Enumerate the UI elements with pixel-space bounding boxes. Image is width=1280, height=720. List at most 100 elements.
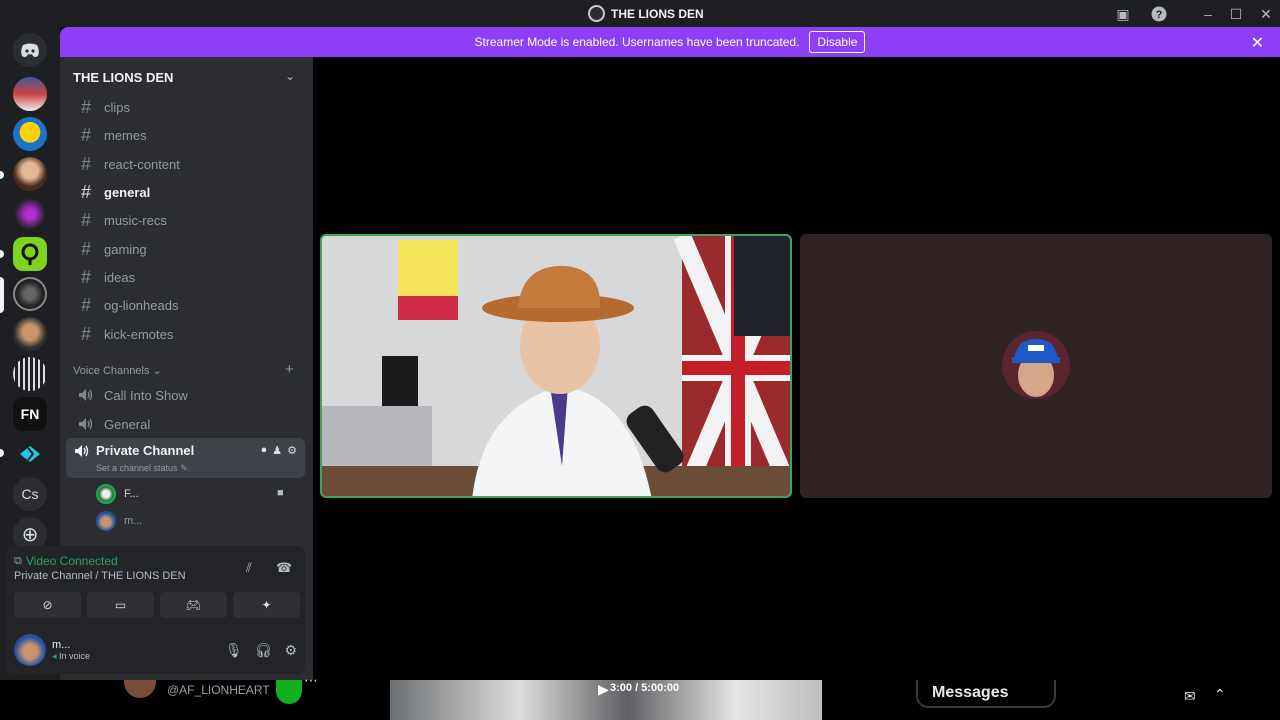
voice-panel: ⧉ Video Connected Private Channel / THE … [6,546,305,674]
hash-icon: # [80,153,91,174]
voice-user-name: F... [124,488,139,500]
streamer-mode-banner: Streamer Mode is enabled. Usernames have… [60,27,1280,57]
overlay-messages-tab[interactable]: Messages [916,680,1056,708]
server-avatar-7[interactable] [13,317,47,351]
voice-user-1[interactable]: F... [96,484,139,504]
speaker-icon [76,417,96,431]
voice-channel-general[interactable]: General [68,410,305,438]
speaker-icon [76,388,96,402]
server-avatar-4[interactable] [13,197,47,231]
channel-label: gaming [104,241,147,257]
more-icon[interactable]: ⋯ [304,672,318,689]
voice-category[interactable]: Voice Channels ⌄ [73,364,162,377]
voice-user-2[interactable]: m... [96,511,142,531]
connection-status-text: Video Connected [25,554,118,568]
channel-label: general [104,184,151,200]
current-user-status-text: In voice [59,650,91,661]
soundboard-icon: ✦ [261,598,272,612]
camera-off-icon: ⊘ [42,598,53,612]
overlay-handle: @AF_LIONHEART [167,683,270,697]
signal-icon: ⧉ [14,554,22,567]
channel-gaming[interactable]: # gaming [68,235,305,263]
connection-status: ⧉ Video Connected [14,554,118,568]
chevron-down-icon: ⌄ [152,365,162,377]
chevron-up-icon[interactable]: ⌃ [1214,686,1226,703]
compose-icon[interactable]: ✉ [1184,688,1196,705]
channel-status-text: Set a channel status [96,463,178,473]
hash-icon: # [80,266,91,287]
server-avatar-lions-den[interactable] [13,277,47,311]
server-avatar-10[interactable] [13,437,47,471]
channel-label: kick-emotes [104,326,174,342]
server-avatar-cs[interactable]: Cs [13,477,47,511]
server-avatar-8[interactable] [13,357,47,391]
connection-location[interactable]: Private Channel / THE LIONS DEN [14,570,186,582]
window-title: THE LIONS DEN [588,5,704,22]
current-user-name: m... [52,638,71,651]
maximize-icon[interactable]: ☐ [1226,4,1246,24]
chevron-down-icon[interactable]: ⌄ [285,69,295,83]
headphones-icon[interactable]: 🎧︎ [255,642,273,659]
video-tile-participant[interactable] [800,234,1272,498]
svg-text:?: ? [1156,9,1163,21]
hash-icon: # [80,323,91,344]
channel-memes[interactable]: # memes [68,121,305,149]
channel-label: react-content [104,156,180,172]
disconnect-icon[interactable]: ☎ [276,560,292,576]
screen-share-button[interactable]: ▭ [87,592,154,618]
video-tile-speaker[interactable] [320,234,792,498]
avatar [14,634,46,666]
add-channel-icon[interactable]: + [285,361,294,378]
voice-channel-call-into-show[interactable]: Call Into Show [68,381,305,409]
channel-label: ideas [104,269,136,285]
gear-icon[interactable]: ⚙ [284,642,297,659]
banner-close-icon[interactable]: ✕ [1251,33,1264,53]
current-user-status: ◂ In voice [52,651,90,662]
activities-button[interactable]: 🎮︎ [160,592,227,618]
channel-clips[interactable]: # clips [68,93,305,121]
disable-streamer-button[interactable]: Disable [809,31,866,53]
voice-user-name: m... [124,515,143,527]
channel-label: og-lionheads [104,297,179,313]
minimize-icon[interactable]: – [1198,4,1218,24]
help-icon[interactable]: ? [1149,4,1169,24]
chat-bubble-icon[interactable]: ● [261,444,268,457]
channel-label: music-recs [104,212,167,228]
channel-general[interactable]: # general [68,178,305,206]
pencil-icon: ✎ [180,463,188,473]
current-user[interactable]: m... ◂ In voice [14,634,90,666]
channel-ideas[interactable]: # ideas [68,263,305,291]
server-avatar-1[interactable] [13,77,47,111]
channel-og-lionheads[interactable]: # og-lionheads [68,291,305,319]
speaker-icon [74,444,90,463]
hash-icon: # [80,181,91,202]
window-title-text: THE LIONS DEN [611,6,704,21]
discord-home-icon[interactable] [13,33,47,67]
voice-channel-private[interactable]: Private Channel Set a channel status ✎ ●… [66,438,305,478]
microphone-icon[interactable]: 🎙︎ [225,642,243,659]
inbox-icon[interactable]: ▣ [1113,4,1133,24]
server-name[interactable]: THE LIONS DEN [73,70,173,85]
channel-label: clips [104,99,131,115]
soundboard-button[interactable]: ✦ [233,592,300,618]
channel-react-content[interactable]: # react-content [68,150,305,178]
window-close-icon[interactable]: ✕ [1256,4,1276,24]
server-avatar-3[interactable] [13,157,47,191]
private-channel-name: Private Channel [96,443,195,458]
channel-status-prompt[interactable]: Set a channel status ✎ [96,463,188,474]
channel-kick-emotes[interactable]: # kick-emotes [68,320,305,348]
noise-suppression-icon[interactable]: ⫽ [246,560,252,576]
voice-category-label: Voice Channels [73,365,150,377]
camera-off-button[interactable]: ⊘ [14,592,81,618]
invite-user-icon[interactable]: ♟ [272,444,282,457]
server-avatar-5[interactable] [13,237,47,271]
server-avatar-2[interactable] [13,117,47,151]
server-cs-label: Cs [21,486,39,502]
hash-icon: # [80,238,91,259]
gear-icon[interactable]: ⚙ [287,444,297,457]
channel-music-recs[interactable]: # music-recs [68,206,305,234]
gamepad-icon: 🎮︎ [185,598,202,612]
server-avatar-fn[interactable]: FN [13,397,47,431]
camera-icon: ■ [277,487,284,499]
play-icon[interactable]: ▶ [598,681,609,698]
